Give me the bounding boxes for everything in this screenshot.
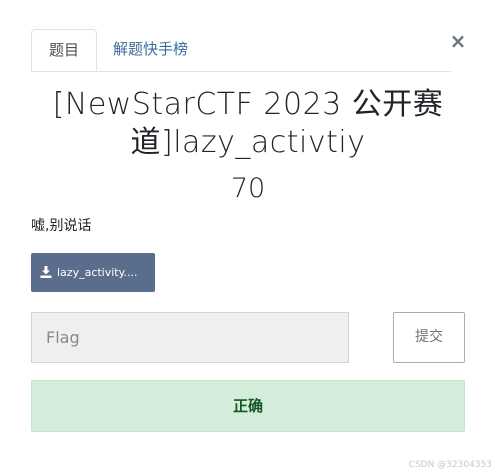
result-alert: 正确 <box>31 380 465 432</box>
close-icon[interactable]: × <box>449 30 467 52</box>
watermark: CSDN @32304353 <box>408 460 492 470</box>
tab-challenge[interactable]: 题目 <box>31 29 97 71</box>
download-icon <box>40 265 52 278</box>
submit-button[interactable]: 提交 <box>393 312 465 363</box>
challenge-title: [NewStarCTF 2023 公开赛道]lazy_activtiy <box>52 87 444 160</box>
file-name-label: lazy_activity.... <box>57 266 138 279</box>
flag-input[interactable] <box>31 312 349 363</box>
challenge-tabs: 题目 解题快手榜 <box>31 29 451 72</box>
tab-solves[interactable]: 解题快手榜 <box>113 29 188 70</box>
challenge-points: 70 <box>230 173 266 204</box>
challenge-description: 嘘,别说话 <box>31 218 92 234</box>
download-file-button[interactable]: lazy_activity.... <box>31 253 155 292</box>
